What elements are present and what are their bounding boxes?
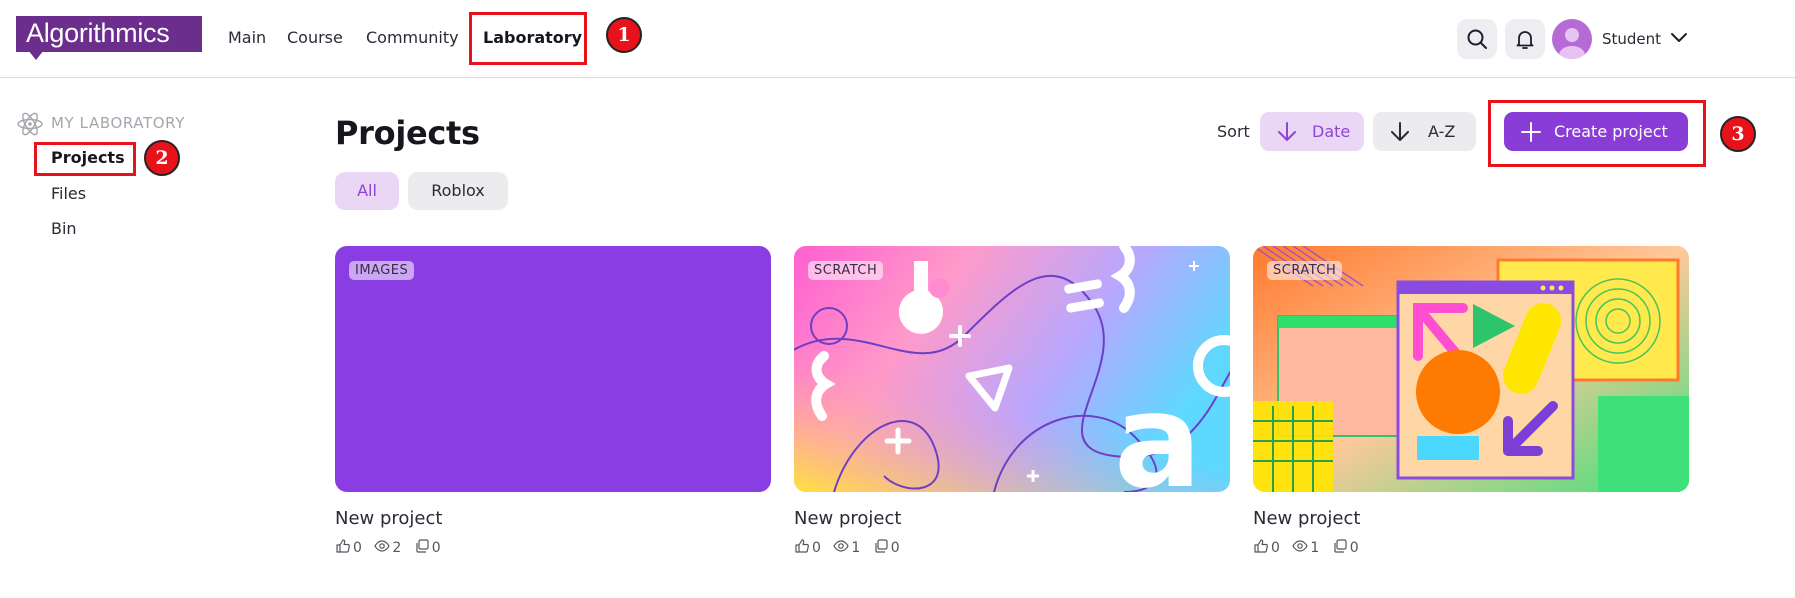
bell-icon bbox=[1516, 31, 1534, 49]
views-count: 1 bbox=[1310, 540, 1320, 556]
atom-icon bbox=[17, 112, 43, 136]
forks-count: 0 bbox=[890, 540, 900, 556]
project-thumbnail[interactable]: a SCRATCH bbox=[794, 246, 1230, 492]
eye-icon bbox=[833, 540, 850, 552]
sort-date-label: Date bbox=[1312, 122, 1351, 141]
search-icon bbox=[1467, 29, 1487, 49]
arrow-down-icon bbox=[1391, 122, 1409, 141]
annotation-box-2 bbox=[34, 142, 136, 176]
notifications-button[interactable] bbox=[1505, 19, 1545, 59]
views-count: 1 bbox=[851, 540, 861, 556]
project-type-tag: SCRATCH bbox=[1267, 261, 1343, 280]
annotation-box-1 bbox=[469, 12, 587, 65]
project-thumbnail[interactable]: IMAGES bbox=[335, 246, 771, 492]
nav-community[interactable]: Community bbox=[366, 28, 459, 47]
forks-count: 0 bbox=[1349, 540, 1359, 556]
forks-stat: 0 bbox=[873, 538, 900, 556]
user-name[interactable]: Student bbox=[1602, 30, 1661, 48]
copy-icon bbox=[416, 539, 429, 553]
arrow-down-icon bbox=[1278, 122, 1296, 141]
likes-stat[interactable]: 0 bbox=[794, 538, 821, 556]
svg-text:a: a bbox=[1114, 365, 1202, 492]
copy-icon bbox=[1334, 539, 1347, 553]
sidebar-title: MY LABORATORY bbox=[51, 114, 185, 132]
eye-icon bbox=[374, 540, 391, 552]
thumbs-up-icon bbox=[336, 539, 350, 553]
nav-main[interactable]: Main bbox=[228, 28, 266, 47]
thumbs-up-icon bbox=[795, 539, 809, 553]
project-title[interactable]: New project bbox=[794, 508, 901, 529]
project-stats: 0 1 0 bbox=[1253, 538, 1367, 556]
filter-all[interactable]: All bbox=[335, 172, 399, 210]
forks-count: 0 bbox=[431, 540, 441, 556]
project-title[interactable]: New project bbox=[1253, 508, 1360, 529]
annotation-badge-1: 1 bbox=[606, 17, 642, 53]
scratch-pattern-image: a bbox=[794, 246, 1230, 492]
project-stats: 0 1 0 bbox=[794, 538, 908, 556]
project-type-tag: IMAGES bbox=[349, 261, 415, 280]
filter-roblox[interactable]: Roblox bbox=[408, 172, 508, 210]
scratch-collage-image bbox=[1253, 246, 1689, 492]
sort-az-button[interactable]: A-Z bbox=[1373, 112, 1476, 151]
views-stat: 1 bbox=[833, 538, 860, 556]
nav-course[interactable]: Course bbox=[287, 28, 343, 47]
copy-icon bbox=[875, 539, 888, 553]
likes-stat[interactable]: 0 bbox=[335, 538, 362, 556]
sort-az-label: A-Z bbox=[1428, 122, 1456, 141]
chevron-down-icon[interactable] bbox=[1670, 31, 1688, 45]
user-avatar-icon bbox=[1559, 28, 1585, 59]
likes-count: 0 bbox=[353, 540, 362, 556]
project-title[interactable]: New project bbox=[335, 508, 442, 529]
views-stat: 1 bbox=[1292, 538, 1319, 556]
views-count: 2 bbox=[392, 540, 402, 556]
eye-icon bbox=[1292, 540, 1309, 552]
search-button[interactable] bbox=[1457, 19, 1497, 59]
logo-tail bbox=[28, 50, 44, 60]
sidebar-item-files[interactable]: Files bbox=[51, 184, 86, 203]
annotation-badge-2: 2 bbox=[144, 140, 180, 176]
likes-stat[interactable]: 0 bbox=[1253, 538, 1280, 556]
project-thumbnail[interactable]: SCRATCH bbox=[1253, 246, 1689, 492]
avatar[interactable] bbox=[1552, 19, 1592, 59]
project-type-tag: SCRATCH bbox=[808, 261, 884, 280]
project-stats: 0 2 0 bbox=[335, 538, 449, 556]
annotation-badge-3: 3 bbox=[1720, 116, 1756, 152]
sort-label: Sort bbox=[1217, 122, 1250, 141]
annotation-box-3 bbox=[1488, 100, 1706, 167]
likes-count: 0 bbox=[812, 540, 821, 556]
top-header: Algorithmics Main Course Community Labor… bbox=[0, 0, 1795, 78]
sidebar-item-bin[interactable]: Bin bbox=[51, 219, 77, 238]
forks-stat: 0 bbox=[414, 538, 441, 556]
page-title: Projects bbox=[335, 114, 480, 152]
thumbs-up-icon bbox=[1254, 539, 1268, 553]
logo[interactable]: Algorithmics bbox=[16, 16, 202, 52]
likes-count: 0 bbox=[1271, 540, 1280, 556]
forks-stat: 0 bbox=[1332, 538, 1359, 556]
sort-date-button[interactable]: Date bbox=[1260, 112, 1364, 151]
views-stat: 2 bbox=[374, 538, 401, 556]
